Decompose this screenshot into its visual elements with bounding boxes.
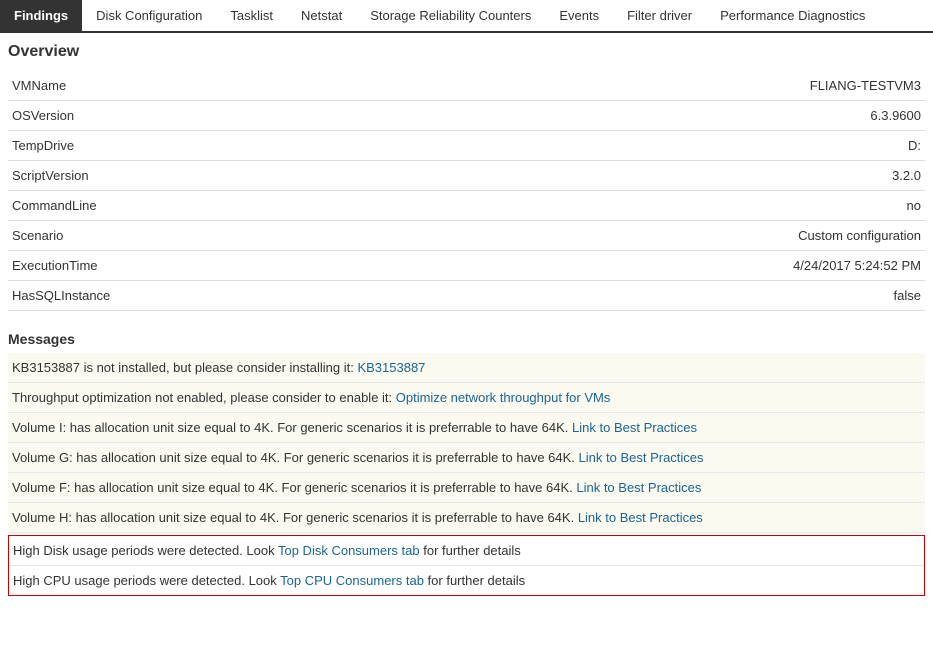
message-link[interactable]: Top CPU Consumers tab: [280, 573, 424, 588]
message-link[interactable]: Top Disk Consumers tab: [278, 543, 420, 558]
row-value: 3.2.0: [208, 161, 925, 191]
messages-title: Messages: [8, 331, 925, 347]
list-item: High CPU usage periods were detected. Lo…: [9, 566, 924, 595]
message-link[interactable]: Link to Best Practices: [576, 480, 701, 495]
row-value: Custom configuration: [208, 221, 925, 251]
row-value: false: [208, 281, 925, 311]
message-text: Volume G: has allocation unit size equal…: [12, 450, 579, 465]
tab-storage-reliability-counters[interactable]: Storage Reliability Counters: [356, 0, 545, 31]
row-value: FLIANG-TESTVM3: [208, 71, 925, 101]
row-value: 4/24/2017 5:24:52 PM: [208, 251, 925, 281]
row-label: VMName: [8, 71, 208, 101]
overview-table: VMNameFLIANG-TESTVM3OSVersion6.3.9600Tem…: [8, 71, 925, 311]
message-after-link: for further details: [424, 573, 525, 588]
list-item: Volume I: has allocation unit size equal…: [8, 413, 925, 443]
table-row: HasSQLInstancefalse: [8, 281, 925, 311]
tab-disk-configuration[interactable]: Disk Configuration: [82, 0, 216, 31]
message-text: Throughput optimization not enabled, ple…: [12, 390, 396, 405]
tab-tasklist[interactable]: Tasklist: [216, 0, 287, 31]
message-text: Volume I: has allocation unit size equal…: [12, 420, 572, 435]
row-label: TempDrive: [8, 131, 208, 161]
row-label: HasSQLInstance: [8, 281, 208, 311]
row-label: Scenario: [8, 221, 208, 251]
table-row: ScriptVersion3.2.0: [8, 161, 925, 191]
table-row: TempDriveD:: [8, 131, 925, 161]
main-content: Overview VMNameFLIANG-TESTVM3OSVersion6.…: [0, 33, 933, 606]
row-value: no: [208, 191, 925, 221]
tab-bar: Findings Disk Configuration Tasklist Net…: [0, 0, 933, 33]
overview-title: Overview: [8, 43, 925, 61]
highlighted-message-group: High Disk usage periods were detected. L…: [8, 535, 925, 596]
message-text: High Disk usage periods were detected. L…: [13, 543, 278, 558]
table-row: OSVersion6.3.9600: [8, 101, 925, 131]
list-item: Volume G: has allocation unit size equal…: [8, 443, 925, 473]
row-label: ScriptVersion: [8, 161, 208, 191]
message-text: High CPU usage periods were detected. Lo…: [13, 573, 280, 588]
tab-performance-diagnostics[interactable]: Performance Diagnostics: [706, 0, 879, 31]
tab-filter-driver[interactable]: Filter driver: [613, 0, 706, 31]
table-row: CommandLineno: [8, 191, 925, 221]
row-label: ExecutionTime: [8, 251, 208, 281]
row-label: OSVersion: [8, 101, 208, 131]
message-text: Volume H: has allocation unit size equal…: [12, 510, 578, 525]
tab-netstat[interactable]: Netstat: [287, 0, 356, 31]
message-link[interactable]: Optimize network throughput for VMs: [396, 390, 611, 405]
row-label: CommandLine: [8, 191, 208, 221]
list-item: Volume F: has allocation unit size equal…: [8, 473, 925, 503]
row-value: 6.3.9600: [208, 101, 925, 131]
table-row: VMNameFLIANG-TESTVM3: [8, 71, 925, 101]
table-row: ExecutionTime4/24/2017 5:24:52 PM: [8, 251, 925, 281]
list-item: Throughput optimization not enabled, ple…: [8, 383, 925, 413]
list-item: KB3153887 is not installed, but please c…: [8, 353, 925, 383]
table-row: ScenarioCustom configuration: [8, 221, 925, 251]
message-after-link: for further details: [420, 543, 521, 558]
message-text: KB3153887 is not installed, but please c…: [12, 360, 357, 375]
messages-container: KB3153887 is not installed, but please c…: [8, 353, 925, 596]
tab-findings[interactable]: Findings: [0, 0, 82, 31]
message-link[interactable]: Link to Best Practices: [578, 510, 703, 525]
tab-events[interactable]: Events: [545, 0, 613, 31]
list-item: Volume H: has allocation unit size equal…: [8, 503, 925, 533]
list-item: High Disk usage periods were detected. L…: [9, 536, 924, 566]
message-text: Volume F: has allocation unit size equal…: [12, 480, 576, 495]
message-link[interactable]: Link to Best Practices: [579, 450, 704, 465]
message-link[interactable]: Link to Best Practices: [572, 420, 697, 435]
message-link[interactable]: KB3153887: [357, 360, 425, 375]
row-value: D:: [208, 131, 925, 161]
